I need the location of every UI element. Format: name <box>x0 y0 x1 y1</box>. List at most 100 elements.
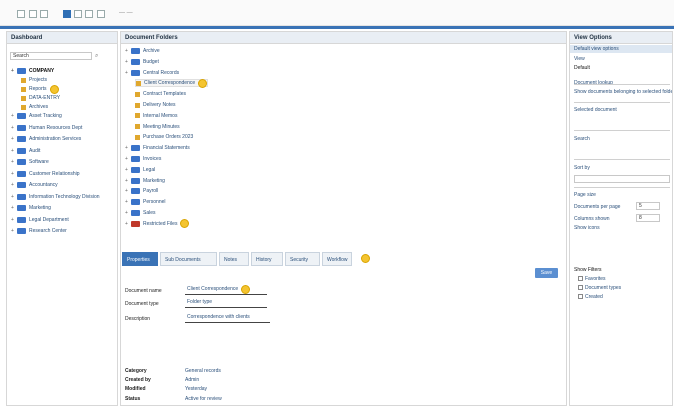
left-tree-item[interactable]: + Information Technology Division <box>11 193 100 201</box>
tab-properties[interactable]: Properties <box>122 252 158 266</box>
left-tree-item[interactable]: + Software <box>11 158 49 166</box>
left-tree-item[interactable]: + Customer Relationship <box>11 170 80 178</box>
field-input[interactable]: Folder type <box>185 299 267 308</box>
center-tree-item[interactable]: + Legal <box>125 166 155 174</box>
expand-icon[interactable]: + <box>125 210 129 216</box>
center-tree-label: Internal Memos <box>143 112 178 119</box>
center-tree-item[interactable]: Meeting Minutes <box>135 123 180 131</box>
expand-icon[interactable]: + <box>11 113 15 119</box>
checkbox-icon[interactable] <box>578 285 583 291</box>
filter-item[interactable]: Favorites <box>578 276 606 282</box>
undo-icon[interactable] <box>17 10 25 18</box>
center-tree-item[interactable]: Delivery Notes <box>135 101 176 109</box>
left-tree-item[interactable]: Reports <box>21 84 59 94</box>
left-tree-item[interactable]: + Legal Department <box>11 216 69 224</box>
expand-icon[interactable]: + <box>11 148 15 154</box>
center-tree-item[interactable]: + Payroll <box>125 187 158 195</box>
new-icon[interactable] <box>40 10 48 18</box>
center-tree-item[interactable]: + Invoices <box>125 155 161 163</box>
left-tree-item[interactable]: + COMPANY <box>11 67 54 75</box>
left-tree-item[interactable]: + Marketing <box>11 204 51 212</box>
search-input[interactable]: Search <box>10 52 92 60</box>
paste-icon[interactable] <box>97 10 105 18</box>
field-input[interactable]: Correspondence with clients <box>185 314 270 323</box>
expand-icon[interactable]: + <box>11 228 15 234</box>
expand-icon[interactable]: + <box>125 48 129 54</box>
expand-icon[interactable]: + <box>11 68 15 74</box>
left-tree-label: Projects <box>29 77 48 83</box>
expand-icon[interactable]: + <box>125 70 129 76</box>
left-tree-label: Administration Services <box>29 136 82 142</box>
smiley-icon <box>198 78 208 88</box>
checkbox-icon[interactable] <box>578 294 583 300</box>
field-input[interactable]: Client Correspondence <box>185 286 267 295</box>
save-icon[interactable] <box>63 10 71 18</box>
left-tree-item[interactable]: + Audit <box>11 147 40 155</box>
view-option-label: Selected document <box>574 107 617 113</box>
expand-icon[interactable]: + <box>11 171 15 177</box>
center-tree-item[interactable]: + Financial Statements <box>125 144 190 152</box>
number-input[interactable]: 5 <box>636 202 660 210</box>
left-tree-item[interactable]: + Research Center <box>11 227 67 235</box>
expand-icon[interactable]: + <box>11 136 15 142</box>
expand-icon[interactable]: + <box>11 159 15 165</box>
center-tree-item[interactable]: Internal Memos <box>135 112 177 120</box>
redo-icon[interactable] <box>29 10 37 18</box>
left-tree-item[interactable]: Projects <box>21 76 47 84</box>
left-tree-item[interactable]: DATA-ENTRY <box>21 94 60 102</box>
divider <box>574 84 670 85</box>
center-tree-item[interactable]: + Personnel <box>125 198 166 206</box>
expand-icon[interactable]: + <box>11 125 15 131</box>
print-icon[interactable] <box>74 10 82 18</box>
checkbox-icon[interactable] <box>578 276 583 282</box>
document-icon <box>135 134 140 140</box>
tab-sub-documents[interactable]: Sub Documents <box>160 252 217 266</box>
expand-icon[interactable]: + <box>11 217 15 223</box>
folder-icon <box>17 182 26 188</box>
left-tree-item[interactable]: + Accountancy <box>11 181 58 189</box>
center-tree-item[interactable]: Purchase Orders 2023 <box>135 133 193 141</box>
save-button[interactable]: Save <box>535 268 558 278</box>
expand-icon[interactable]: + <box>11 194 15 200</box>
view-option-label[interactable]: Documents per page <box>574 204 620 210</box>
filter-item[interactable]: Document types <box>578 285 621 291</box>
center-tree-item[interactable]: + Central Records <box>125 69 179 77</box>
left-tree-item[interactable]: + Asset Tracking <box>11 112 62 120</box>
left-tree-item[interactable]: + Human Resources Dept <box>11 124 82 132</box>
left-tree-item[interactable]: + Administration Services <box>11 135 81 143</box>
view-option-label[interactable]: Page size <box>574 192 596 198</box>
expand-icon[interactable]: + <box>125 221 129 227</box>
tab-history[interactable]: History <box>251 252 283 266</box>
search-icon[interactable]: ⌕ <box>95 53 98 60</box>
view-option-label[interactable]: Show icons <box>574 225 600 231</box>
expand-icon[interactable]: + <box>125 156 129 162</box>
tab-notes[interactable]: Notes <box>219 252 249 266</box>
expand-icon[interactable]: + <box>125 167 129 173</box>
accent-bar <box>0 26 674 29</box>
center-tree-item[interactable]: + Archive <box>125 47 160 55</box>
tab-security[interactable]: Security <box>285 252 320 266</box>
left-tree-item[interactable]: Archives <box>21 103 48 111</box>
center-tree-item[interactable]: Contract Templates <box>135 90 186 98</box>
expand-icon[interactable]: + <box>125 59 129 65</box>
folder-icon <box>131 177 140 184</box>
expand-icon[interactable]: + <box>125 199 129 205</box>
left-tree-label: Information Technology Division <box>29 193 100 200</box>
expand-icon[interactable]: + <box>125 188 129 194</box>
filter-item[interactable]: Created <box>578 294 603 300</box>
view-option-label[interactable]: Columns shown <box>574 216 610 222</box>
expand-icon[interactable]: + <box>125 178 129 184</box>
expand-icon[interactable]: + <box>11 182 15 188</box>
tab-workflow[interactable]: Workflow <box>322 252 352 266</box>
center-tree-item[interactable]: + Sales <box>125 209 156 217</box>
center-tree-item[interactable]: + Budget <box>125 58 159 66</box>
expand-icon[interactable]: + <box>11 205 15 211</box>
sort-select[interactable] <box>574 175 670 183</box>
center-tree-item[interactable]: + Restricted Files <box>125 219 190 229</box>
center-tree-item[interactable]: Client Correspondence <box>135 78 209 88</box>
copy-icon[interactable] <box>85 10 93 18</box>
number-input[interactable]: 8 <box>636 214 660 222</box>
center-tree-item[interactable]: + Marketing <box>125 177 165 185</box>
expand-icon[interactable]: + <box>125 145 129 151</box>
folder-icon <box>131 69 140 76</box>
